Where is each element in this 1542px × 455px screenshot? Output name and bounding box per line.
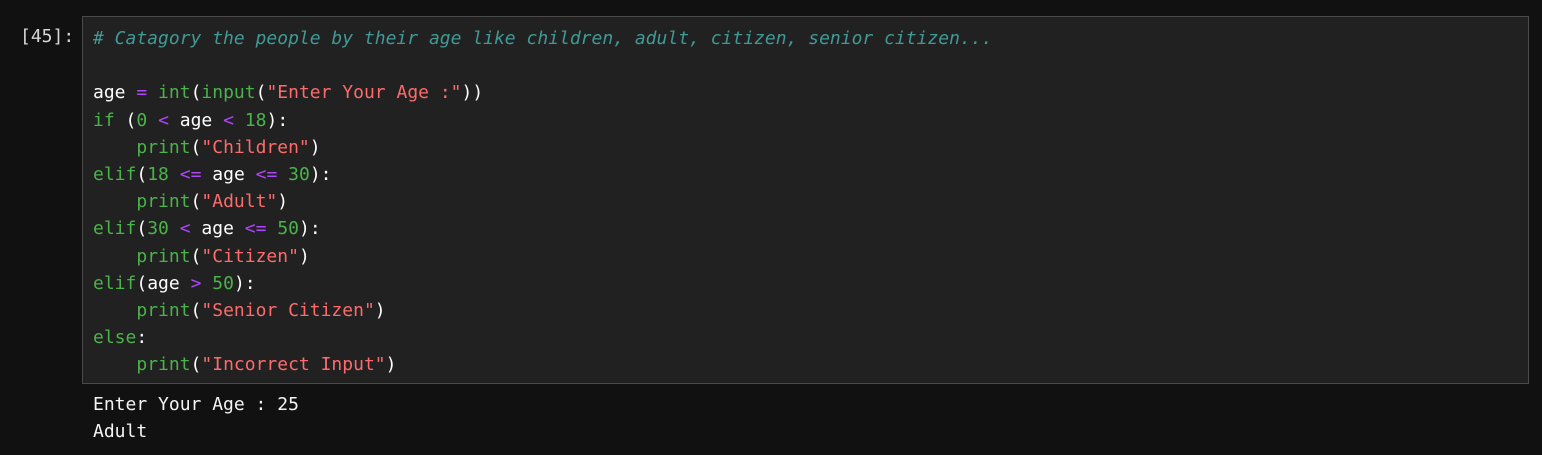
code-string: "Incorrect Input" — [201, 354, 386, 376]
code-punctuation: ): — [309, 163, 332, 185]
code-punctuation: ) — [385, 354, 397, 376]
code-line-input: age = int(input("Enter Your Age :")) — [93, 79, 992, 106]
code-area[interactable]: # Catagory the people by their age like … — [93, 25, 992, 378]
code-operator: <= — [244, 218, 267, 240]
code-operator: <= — [255, 163, 278, 185]
code-punctuation: ( — [136, 272, 148, 294]
code-variable: age — [201, 218, 234, 240]
code-punctuation: ): — [233, 272, 256, 294]
code-number: 50 — [212, 272, 234, 294]
code-punctuation: ( — [136, 218, 148, 240]
code-line-else: else: — [93, 324, 992, 351]
code-punctuation: ( — [125, 109, 137, 131]
code-punctuation: ( — [190, 191, 202, 213]
code-punctuation: ) — [298, 245, 310, 267]
code-builtin: print — [136, 299, 191, 321]
code-punctuation: ( — [190, 354, 202, 376]
code-line-elif-senior: elif(age > 50): — [93, 270, 992, 297]
code-punctuation: ) — [277, 191, 289, 213]
code-punctuation: ( — [190, 245, 202, 267]
code-punctuation: ( — [190, 299, 202, 321]
code-punctuation: ( — [190, 82, 202, 104]
code-builtin: print — [136, 354, 191, 376]
code-string: "Senior Citizen" — [201, 299, 375, 321]
code-builtin: int — [158, 82, 191, 104]
code-builtin: print — [136, 136, 191, 158]
code-operator: <= — [179, 163, 202, 185]
cell-execution-count: [45]: — [20, 26, 75, 47]
code-operator: = — [136, 82, 148, 104]
code-line-print-citizen: print("Citizen") — [93, 243, 992, 270]
code-builtin: print — [136, 191, 191, 213]
code-operator: > — [190, 272, 202, 294]
code-builtin: print — [136, 245, 191, 267]
code-string: "Enter Your Age :" — [266, 82, 462, 104]
code-number: 0 — [136, 109, 148, 131]
code-variable: age — [147, 272, 180, 294]
code-punctuation: ( — [136, 163, 148, 185]
output-line: Enter Your Age : 25 — [93, 394, 299, 415]
code-number: 18 — [244, 109, 267, 131]
code-variable: age — [179, 109, 213, 131]
code-operator: < — [179, 218, 191, 240]
code-string: "Citizen" — [201, 245, 299, 267]
code-punctuation: ) — [309, 136, 321, 158]
code-keyword: elif — [93, 218, 137, 240]
code-number: 30 — [147, 218, 169, 240]
code-comment: # Catagory the people by their age like … — [93, 28, 993, 49]
code-string: "Children" — [201, 136, 310, 158]
code-punctuation: ): — [266, 109, 289, 131]
code-punctuation: ( — [255, 82, 267, 104]
code-line-elif-citizen: elif(30 < age <= 50): — [93, 215, 992, 242]
code-line-print-senior: print("Senior Citizen") — [93, 297, 992, 324]
code-string: "Adult" — [201, 191, 278, 213]
code-line-comment: # Catagory the people by their age like … — [93, 25, 992, 52]
code-number: 30 — [288, 163, 310, 185]
code-number: 50 — [277, 218, 299, 240]
code-punctuation: ): — [299, 218, 321, 240]
code-line-print-adult: print("Adult") — [93, 188, 992, 215]
code-line-if: if (0 < age < 18): — [93, 107, 992, 134]
code-keyword: elif — [93, 163, 137, 185]
code-number: 18 — [147, 163, 169, 185]
code-variable: age — [212, 163, 245, 185]
code-punctuation: )) — [461, 82, 484, 104]
code-punctuation: ( — [190, 136, 202, 158]
code-operator: < — [158, 109, 169, 131]
code-cell-editor[interactable]: # Catagory the people by their age like … — [82, 16, 1529, 384]
code-punctuation: : — [136, 327, 148, 349]
code-operator: < — [223, 109, 234, 131]
code-keyword: if — [93, 109, 115, 131]
code-builtin: input — [201, 82, 256, 104]
cell-output: Enter Your Age : 25 Adult — [93, 392, 299, 446]
code-variable: age — [93, 82, 126, 104]
code-line-print-children: print("Children") — [93, 134, 992, 161]
output-line: Adult — [93, 421, 148, 443]
code-punctuation: ) — [374, 299, 386, 321]
code-line-print-incorrect: print("Incorrect Input") — [93, 351, 992, 378]
code-line-elif-adult: elif(18 <= age <= 30): — [93, 161, 992, 188]
code-keyword: else — [93, 327, 137, 349]
code-keyword: elif — [93, 272, 137, 294]
